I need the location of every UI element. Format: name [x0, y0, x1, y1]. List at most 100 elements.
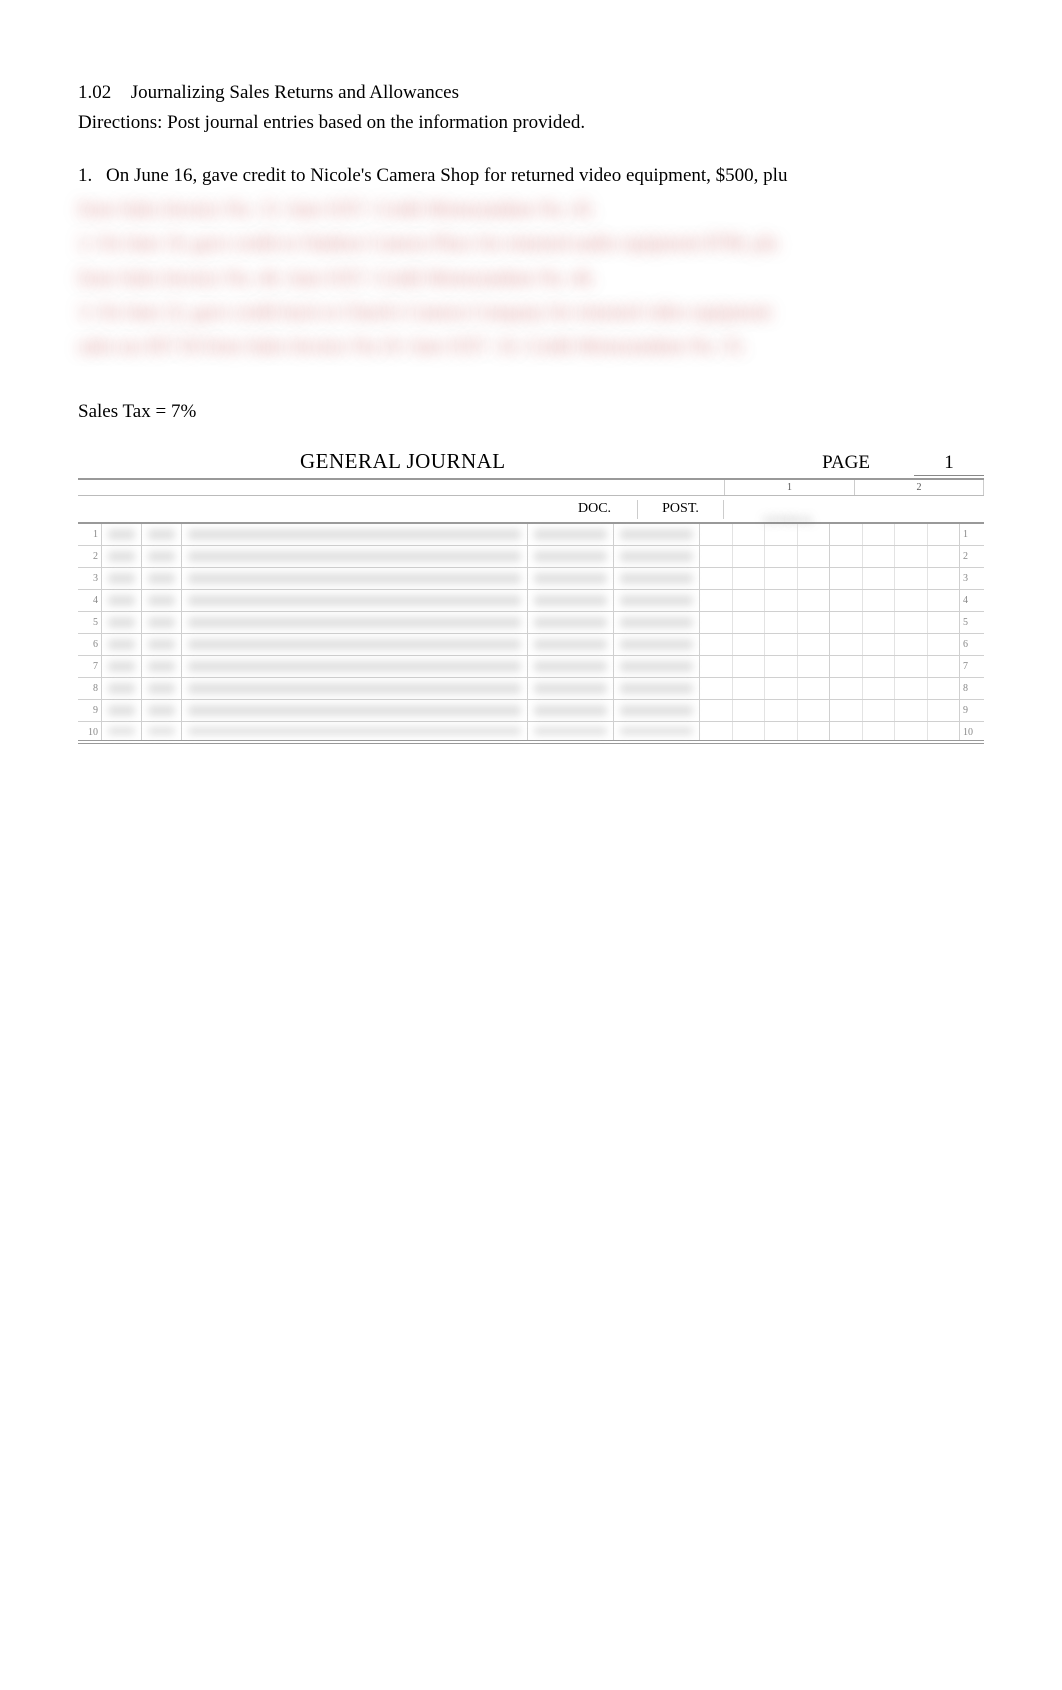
cell-post-ref[interactable] [614, 612, 700, 633]
cell-debit[interactable] [700, 568, 830, 589]
journal-row: 44 [78, 590, 984, 612]
blurred-line: from Sales Invoice No. 46. Sam S357. Cre… [78, 264, 984, 294]
cell-debit[interactable] [700, 590, 830, 611]
journal-title-row: GENERAL JOURNAL PAGE 1 [78, 447, 984, 481]
journal-row: 22 [78, 546, 984, 568]
row-num-right: 4 [960, 590, 984, 611]
cell-doc[interactable] [528, 634, 614, 655]
cell-doc[interactable] [528, 678, 614, 699]
cell-account-title[interactable] [182, 722, 528, 740]
cell-doc[interactable] [528, 612, 614, 633]
cell-date-day[interactable] [142, 546, 182, 567]
journal-body: 1122334455667788991010 [78, 524, 984, 744]
journal-row: 1010 [78, 722, 984, 744]
cell-doc[interactable] [528, 590, 614, 611]
cell-debit[interactable] [700, 634, 830, 655]
cell-date-day[interactable] [142, 612, 182, 633]
cell-credit[interactable] [830, 656, 960, 677]
cell-debit[interactable] [700, 546, 830, 567]
cell-date-day[interactable] [142, 568, 182, 589]
row-num-right: 6 [960, 634, 984, 655]
cell-post-ref[interactable] [614, 590, 700, 611]
cell-date-month[interactable] [102, 656, 142, 677]
cell-date-month[interactable] [102, 524, 142, 545]
cell-date-month[interactable] [102, 568, 142, 589]
row-num-left: 4 [78, 590, 102, 611]
cell-credit[interactable] [830, 546, 960, 567]
cell-date-month[interactable] [102, 612, 142, 633]
cell-doc[interactable] [528, 700, 614, 721]
cell-doc[interactable] [528, 722, 614, 740]
cell-date-day[interactable] [142, 678, 182, 699]
row-num-left: 6 [78, 634, 102, 655]
cell-date-month[interactable] [102, 634, 142, 655]
cell-credit[interactable] [830, 568, 960, 589]
cell-date-day[interactable] [142, 590, 182, 611]
cell-credit[interactable] [830, 612, 960, 633]
cell-debit[interactable] [700, 722, 830, 740]
cell-credit[interactable] [830, 700, 960, 721]
cell-post-ref[interactable] [614, 722, 700, 740]
cell-date-day[interactable] [142, 634, 182, 655]
journal-row: 11 [78, 524, 984, 546]
cell-date-day[interactable] [142, 700, 182, 721]
cell-account-title[interactable] [182, 656, 528, 677]
cell-debit[interactable] [700, 524, 830, 545]
cell-debit[interactable] [700, 700, 830, 721]
cell-doc[interactable] [528, 568, 614, 589]
cell-account-title[interactable] [182, 612, 528, 633]
cell-debit[interactable] [700, 612, 830, 633]
cell-date-month[interactable] [102, 678, 142, 699]
row-num-left: 9 [78, 700, 102, 721]
row-num-right: 2 [960, 546, 984, 567]
money-col-num-2: 2 [854, 480, 984, 495]
cell-doc[interactable] [528, 656, 614, 677]
section-heading: 1.02 Journalizing Sales Returns and Allo… [78, 80, 984, 106]
cell-account-title[interactable] [182, 634, 528, 655]
cell-credit[interactable] [830, 524, 960, 545]
question-1: 1.On June 16, gave credit to Nicole's Ca… [78, 163, 984, 189]
section-title: Journalizing Sales Returns and Allowance… [131, 82, 459, 103]
cell-credit[interactable] [830, 590, 960, 611]
cell-post-ref[interactable] [614, 634, 700, 655]
cell-date-month[interactable] [102, 546, 142, 567]
cell-post-ref[interactable] [614, 700, 700, 721]
cell-account-title[interactable] [182, 568, 528, 589]
cell-credit[interactable] [830, 634, 960, 655]
row-num-left: 10 [78, 722, 102, 740]
cell-date-month[interactable] [102, 700, 142, 721]
cell-account-title[interactable] [182, 590, 528, 611]
col-post: POST. [638, 500, 724, 519]
cell-account-title[interactable] [182, 524, 528, 545]
question-text: On June 16, gave credit to Nicole's Came… [106, 165, 787, 186]
cell-date-month[interactable] [102, 722, 142, 740]
cell-date-day[interactable] [142, 722, 182, 740]
journal-column-headers: DOC. POST. GENERAL [78, 496, 984, 524]
cell-date-month[interactable] [102, 590, 142, 611]
col-doc: DOC. [552, 500, 638, 519]
cell-post-ref[interactable] [614, 524, 700, 545]
cell-credit[interactable] [830, 722, 960, 740]
cell-date-day[interactable] [142, 524, 182, 545]
row-num-left: 7 [78, 656, 102, 677]
cell-post-ref[interactable] [614, 546, 700, 567]
general-journal: GENERAL JOURNAL PAGE 1 1 2 DOC. POST. GE… [78, 447, 984, 745]
cell-account-title[interactable] [182, 546, 528, 567]
cell-debit[interactable] [700, 678, 830, 699]
cell-date-day[interactable] [142, 656, 182, 677]
journal-row: 99 [78, 700, 984, 722]
cell-post-ref[interactable] [614, 656, 700, 677]
cell-credit[interactable] [830, 678, 960, 699]
cell-account-title[interactable] [182, 700, 528, 721]
blurred-line: 2. On June 19, gave credit to Outdoor Ca… [78, 229, 984, 259]
row-num-right: 5 [960, 612, 984, 633]
cell-doc[interactable] [528, 546, 614, 567]
row-num-right: 8 [960, 678, 984, 699]
cell-post-ref[interactable] [614, 678, 700, 699]
cell-doc[interactable] [528, 524, 614, 545]
cell-post-ref[interactable] [614, 568, 700, 589]
cell-account-title[interactable] [182, 678, 528, 699]
row-num-left: 5 [78, 612, 102, 633]
cell-debit[interactable] [700, 656, 830, 677]
journal-title: GENERAL JOURNAL [300, 447, 506, 475]
